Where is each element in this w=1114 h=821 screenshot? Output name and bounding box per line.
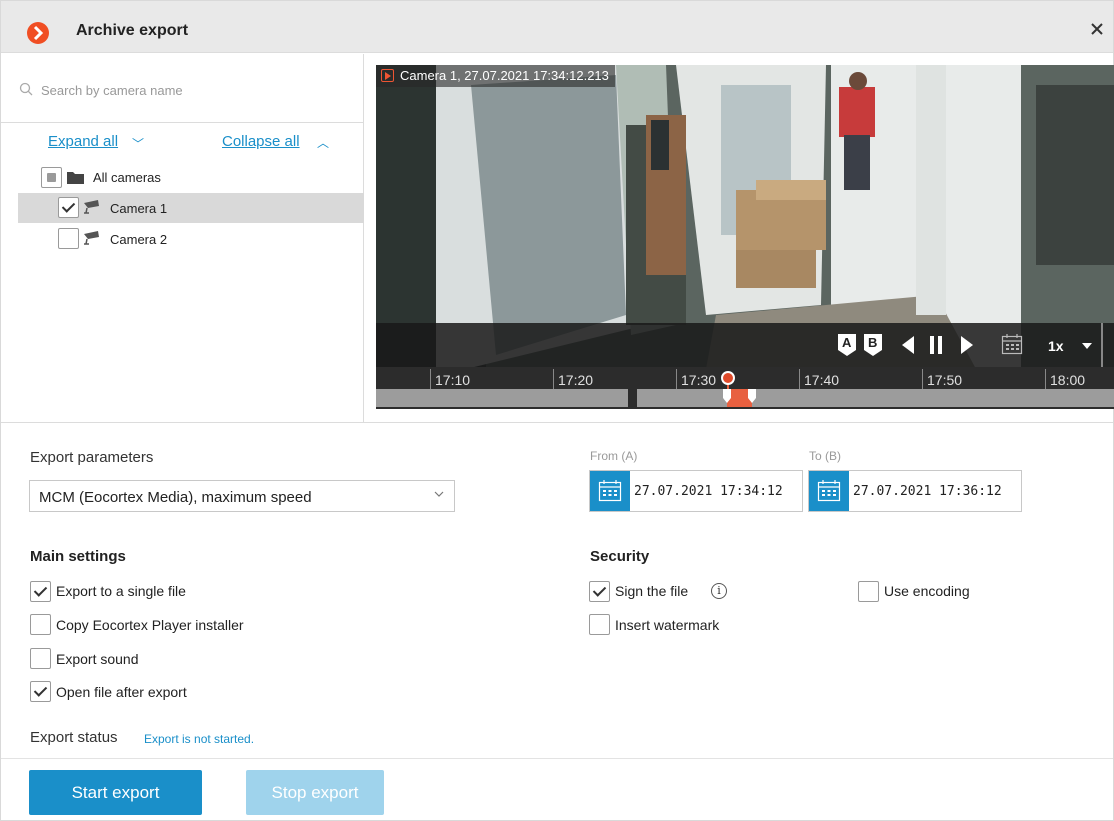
from-label: From (A) (590, 449, 638, 463)
archive-recording-bar (376, 389, 628, 407)
tree-item-label: Camera 1 (110, 201, 168, 216)
open-file-after-export-label[interactable]: Open file after export (56, 684, 187, 700)
export-sound-checkbox[interactable] (30, 648, 51, 669)
tree-item-camera-1[interactable]: Camera 1 (18, 193, 364, 223)
folder-icon (67, 172, 84, 184)
close-icon[interactable] (1089, 21, 1105, 37)
search-icon (19, 82, 33, 96)
copy-player-installer-label[interactable]: Copy Eocortex Player installer (56, 617, 244, 633)
mark-b-label: B (868, 335, 878, 350)
stop-export-button[interactable]: Stop export (246, 770, 384, 815)
app-logo-icon (27, 22, 49, 44)
to-date-value: 27.07.2021 17:36:12 (853, 484, 1002, 499)
caption-text: Camera 1, 27.07.2021 17:34:12.213 (400, 68, 609, 83)
timeline-tick-label: 17:30 (681, 372, 717, 388)
tree-item-all-cameras[interactable]: All cameras (18, 162, 364, 192)
export-parameters-label: Export parameters (30, 449, 154, 466)
timeline-tick (1045, 369, 1046, 389)
timeline-tick-label: 17:20 (558, 372, 594, 388)
camera-icon (84, 200, 99, 214)
calendar-icon[interactable] (590, 471, 630, 511)
pause-icon[interactable] (929, 335, 943, 355)
start-export-button[interactable]: Start export (29, 770, 202, 815)
range-start-handle-icon[interactable] (722, 388, 732, 404)
playback-cursor[interactable] (721, 371, 735, 385)
export-single-file-label[interactable]: Export to a single file (56, 583, 186, 599)
from-date-value: 27.07.2021 17:34:12 (634, 484, 783, 499)
info-icon[interactable]: i (711, 583, 727, 599)
footer-divider (1, 758, 1113, 759)
tree-item-label: Camera 2 (110, 232, 168, 247)
sign-file-label[interactable]: Sign the file (615, 583, 688, 599)
use-encoding-checkbox[interactable] (858, 581, 879, 602)
timeline-tick-label: 17:10 (435, 372, 471, 388)
copy-player-installer-checkbox[interactable] (30, 614, 51, 635)
timeline-tick-label: 17:50 (927, 372, 963, 388)
search-input[interactable] (41, 78, 341, 102)
tree-item-label: All cameras (93, 170, 161, 185)
dialog-title: Archive export (76, 22, 189, 39)
chevron-down-icon (434, 491, 444, 497)
from-date-field[interactable]: 27.07.2021 17:34:12 (589, 470, 803, 512)
timeline-tick (430, 369, 431, 389)
search-divider (1, 122, 364, 123)
mark-a-label: A (842, 335, 852, 350)
camera-panel: Expand all ﹀ Collapse all ︿ All cameras … (1, 54, 364, 422)
export-sound-label[interactable]: Export sound (56, 651, 139, 667)
range-end-handle-icon[interactable] (747, 388, 757, 404)
export-status-value: Export is not started. (144, 732, 255, 746)
timeline-tick (799, 369, 800, 389)
speed-dropdown-icon[interactable] (1081, 342, 1093, 350)
export-status-label: Export status (30, 729, 118, 746)
insert-watermark-label[interactable]: Insert watermark (615, 617, 719, 633)
all-cameras-checkbox[interactable] (41, 167, 62, 188)
export-format-value: MCM (Eocortex Media), maximum speed (39, 489, 312, 506)
tree-item-camera-2[interactable]: Camera 2 (18, 224, 364, 254)
step-forward-icon[interactable] (960, 335, 974, 355)
archive-recording-bar (637, 389, 1114, 407)
collapse-all-link[interactable]: Collapse all (222, 133, 300, 150)
camera-2-checkbox[interactable] (58, 228, 79, 249)
export-single-file-checkbox[interactable] (30, 581, 51, 602)
controls-divider (1101, 323, 1103, 368)
security-heading: Security (590, 548, 650, 565)
calendar-icon[interactable] (1001, 333, 1023, 355)
insert-watermark-checkbox[interactable] (589, 614, 610, 635)
export-format-select[interactable]: MCM (Eocortex Media), maximum speed (29, 480, 455, 512)
archive-icon (381, 69, 394, 82)
timeline-tick (553, 369, 554, 389)
player-controls: A B 1x (376, 323, 1114, 368)
calendar-icon[interactable] (809, 471, 849, 511)
camera-icon (84, 231, 99, 245)
camera-1-checkbox[interactable] (58, 197, 79, 218)
step-back-icon[interactable] (901, 335, 915, 355)
open-file-after-export-checkbox[interactable] (30, 681, 51, 702)
timeline-tick (922, 369, 923, 389)
chevron-down-icon: ﹀ (132, 137, 145, 151)
sign-file-checkbox[interactable] (589, 581, 610, 602)
speed-value[interactable]: 1x (1048, 338, 1064, 354)
main-settings-heading: Main settings (30, 548, 126, 565)
section-divider (1, 422, 1113, 423)
timeline-tick-label: 18:00 (1050, 372, 1086, 388)
timeline-tick (676, 369, 677, 389)
camera-search (15, 78, 345, 102)
timeline[interactable]: 17:10 17:20 17:30 17:40 17:50 18:00 (376, 367, 1114, 409)
expand-all-link[interactable]: Expand all (48, 133, 118, 150)
to-label: To (B) (809, 449, 842, 463)
use-encoding-label[interactable]: Use encoding (884, 583, 970, 599)
camera-caption: Camera 1, 27.07.2021 17:34:12.213 (376, 65, 615, 87)
title-bar: Archive export (1, 1, 1113, 53)
archive-export-dialog: Archive export Expand all ﹀ Collapse all… (0, 0, 1114, 821)
to-date-field[interactable]: 27.07.2021 17:36:12 (808, 470, 1022, 512)
chevron-up-icon: ︿ (317, 136, 330, 150)
timeline-tick-label: 17:40 (804, 372, 840, 388)
